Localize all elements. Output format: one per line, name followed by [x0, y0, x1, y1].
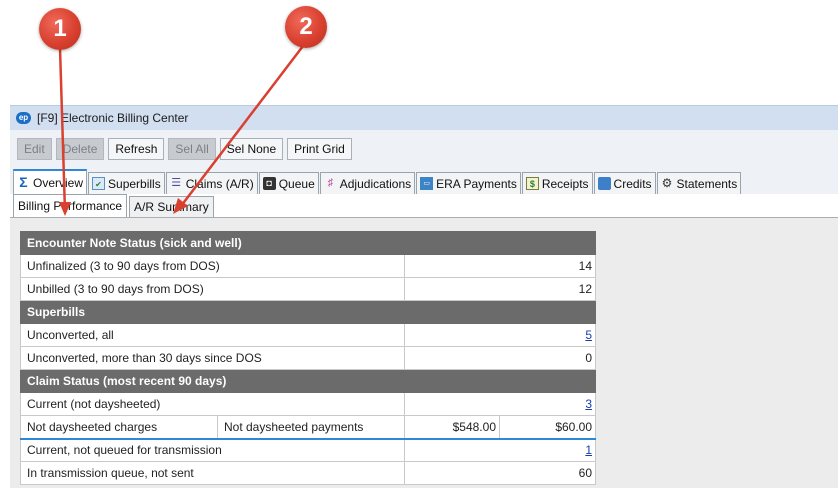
app-logo-icon: ep	[16, 112, 31, 124]
delete-button[interactable]: Delete	[55, 137, 105, 160]
refresh-button[interactable]: Refresh	[108, 137, 165, 160]
tab-queue-label: Queue	[278, 176, 315, 191]
table-row: Unbilled (3 to 90 days from DOS) 12	[20, 277, 597, 301]
sub-tab-strip: Billing Performance A/R Summary	[10, 194, 838, 218]
tab-statements-label: Statements	[676, 176, 738, 191]
tab-statements[interactable]: ⚙ Statements	[656, 172, 742, 194]
row-value: 12	[403, 277, 597, 301]
section-header-row: Encounter Note Status (sick and well)	[19, 231, 597, 255]
row-label: Unconverted, all	[20, 323, 405, 347]
row-label: Not daysheeted payments	[217, 415, 405, 439]
select-none-button[interactable]: Sel None	[219, 137, 284, 160]
row-value-link[interactable]: 1	[403, 437, 597, 462]
row-value: 14	[403, 254, 597, 278]
print-grid-button[interactable]: Print Grid	[287, 137, 352, 160]
table-row: Current, not queued for transmission 1	[20, 437, 597, 462]
row-label: Unbilled (3 to 90 days from DOS)	[20, 277, 405, 301]
row-label: Not daysheeted charges	[20, 415, 218, 439]
table-row: Unfinalized (3 to 90 days from DOS) 14	[20, 254, 597, 278]
table-row: Unconverted, more than 30 days since DOS…	[20, 346, 597, 370]
tab-era-payments[interactable]: ▭ ERA Payments	[416, 172, 521, 194]
tab-overview-label: Overview	[33, 175, 84, 190]
toolbar: Edit Delete Refresh Sel All Sel None Pri…	[10, 130, 838, 167]
table-row: In transmission queue, not sent 60	[20, 461, 597, 485]
section-header: Claim Status (most recent 90 days)	[19, 369, 597, 393]
row-label: Unconverted, more than 30 days since DOS	[20, 346, 405, 370]
dollar-receipt-icon: $	[525, 177, 539, 190]
tab-receipts[interactable]: $ Receipts	[521, 172, 593, 194]
row-value: $60.00	[498, 415, 597, 439]
credit-card-icon	[597, 177, 611, 190]
row-value: 60	[403, 461, 597, 485]
sigma-icon: Σ	[19, 174, 28, 190]
window-title: [F9] Electronic Billing Center	[37, 111, 189, 125]
row-value-link[interactable]: 5	[403, 323, 597, 347]
row-value: $548.00	[404, 415, 500, 439]
billing-performance-grid: Encounter Note Status (sick and well) Un…	[19, 231, 597, 485]
table-row: Unconverted, all 5	[20, 323, 597, 347]
statements-icon: ⚙	[661, 176, 673, 190]
superbill-icon: ✔	[92, 177, 106, 190]
row-label: Unfinalized (3 to 90 days from DOS)	[20, 254, 405, 278]
tab-superbills[interactable]: ✔ Superbills	[88, 172, 165, 194]
section-header-row: Claim Status (most recent 90 days)	[19, 369, 597, 393]
tab-overview[interactable]: Σ Overview	[13, 169, 88, 194]
adjudications-icon: ♯	[327, 177, 334, 189]
row-label: Current, not queued for transmission	[20, 437, 405, 462]
table-row: Current (not daysheeted) 3	[20, 392, 597, 416]
era-payment-icon: ▭	[420, 177, 434, 190]
tab-superbills-label: Superbills	[108, 176, 161, 191]
tab-claims[interactable]: ☰ Claims (A/R)	[165, 172, 258, 194]
queue-icon: ◘	[262, 177, 276, 190]
window-titlebar: ep [F9] Electronic Billing Center	[10, 105, 838, 130]
row-value: 0	[403, 346, 597, 370]
row-label: In transmission queue, not sent	[20, 461, 405, 485]
tab-adjudications[interactable]: ♯ Adjudications	[319, 172, 416, 194]
section-header-row: Superbills	[19, 300, 597, 324]
tab-credits-label: Credits	[613, 176, 652, 191]
tab-claims-label: Claims (A/R)	[185, 176, 254, 191]
tab-credits[interactable]: Credits	[593, 172, 656, 194]
section-header: Encounter Note Status (sick and well)	[19, 231, 597, 255]
callout-1-badge: 1	[39, 8, 81, 50]
callout-2-badge: 2	[285, 6, 327, 48]
subtab-billing-performance[interactable]: Billing Performance	[13, 194, 128, 217]
select-all-button[interactable]: Sel All	[168, 137, 216, 160]
tab-receipts-label: Receipts	[541, 176, 589, 191]
table-row: Not daysheeted charges Not daysheeted pa…	[20, 415, 597, 439]
row-value-link[interactable]: 3	[403, 392, 597, 416]
main-tab-strip: Σ Overview ✔ Superbills ☰ Claims (A/R) ◘…	[10, 167, 838, 194]
tab-queue[interactable]: ◘ Queue	[258, 172, 319, 194]
subtab-ar-summary[interactable]: A/R Summary	[129, 196, 214, 217]
section-header: Superbills	[19, 300, 597, 324]
edit-button[interactable]: Edit	[17, 137, 52, 160]
claims-list-icon: ☰	[171, 177, 182, 189]
tab-era-payments-label: ERA Payments	[436, 176, 517, 191]
tab-adjudications-label: Adjudications	[339, 176, 412, 191]
row-label: Current (not daysheeted)	[20, 392, 405, 416]
